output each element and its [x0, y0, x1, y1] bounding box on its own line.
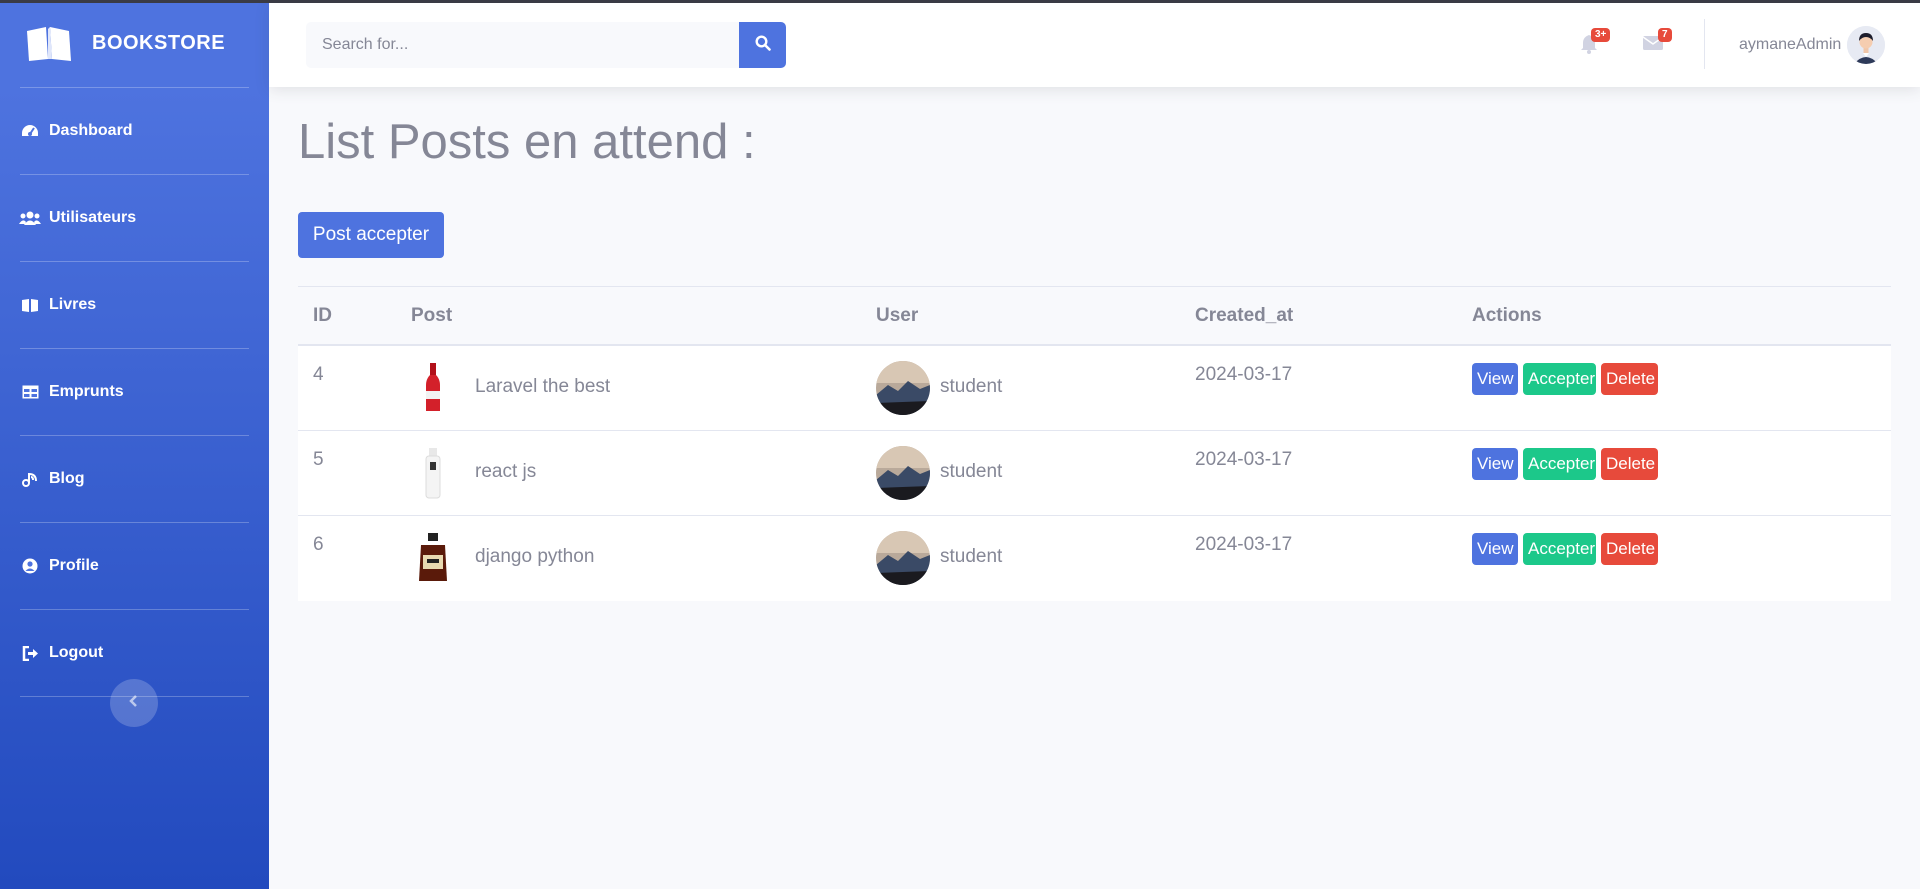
post-thumbnail — [413, 531, 453, 585]
table-row: 4 Laravel the best student 2024-03-17 Vi… — [298, 346, 1891, 431]
search-button[interactable] — [739, 22, 786, 68]
post-title: django python — [475, 546, 595, 567]
delete-button[interactable]: Delete — [1601, 533, 1658, 565]
brand[interactable]: BOOKSTORE — [0, 0, 269, 87]
sidebar-item-label: Blog — [49, 470, 85, 487]
messages-button[interactable]: 7 — [1642, 28, 1672, 58]
sidebar: BOOKSTORE Dashboard Utilisateurs Livres … — [0, 0, 269, 889]
sidebar-item-blog[interactable]: Blog — [0, 436, 269, 522]
chevron-left-icon — [129, 694, 139, 713]
sidebar-item-profile[interactable]: Profile — [0, 523, 269, 609]
page-title: List Posts en attend : — [298, 115, 756, 169]
sidebar-item-label: Profile — [49, 557, 99, 574]
row-actions: View Accepter Delete — [1472, 533, 1658, 565]
book-icon — [19, 296, 41, 314]
sidebar-item-emprunts[interactable]: Emprunts — [0, 349, 269, 435]
sidebar-toggle-button[interactable] — [110, 679, 158, 727]
post-thumbnail — [413, 361, 453, 415]
logout-icon — [19, 644, 41, 662]
cell-id: 4 — [313, 364, 324, 385]
created-at: 2024-03-17 — [1195, 364, 1293, 385]
accept-button[interactable]: Accepter — [1523, 363, 1596, 395]
column-header-actions: Actions — [1472, 304, 1542, 326]
avatar[interactable] — [1847, 26, 1885, 64]
user-name: student — [940, 461, 1003, 482]
alerts-badge: 3+ — [1591, 28, 1611, 42]
user-name: student — [940, 546, 1003, 567]
row-actions: View Accepter Delete — [1472, 363, 1658, 395]
bell-icon — [1580, 35, 1598, 58]
blog-icon — [19, 470, 41, 488]
sidebar-item-livres[interactable]: Livres — [0, 262, 269, 348]
view-button[interactable]: View — [1472, 448, 1518, 480]
cell-id: 5 — [313, 449, 324, 470]
accept-button[interactable]: Accepter — [1523, 448, 1596, 480]
users-icon — [19, 209, 41, 227]
user-avatar — [876, 531, 930, 585]
delete-button[interactable]: Delete — [1601, 448, 1658, 480]
delete-button[interactable]: Delete — [1601, 363, 1658, 395]
accept-button[interactable]: Accepter — [1523, 533, 1596, 565]
window-top-border — [0, 0, 1920, 3]
cell-id: 6 — [313, 534, 324, 555]
table-header: ID Post User Created_at Actions — [298, 287, 1891, 346]
sidebar-item-label: Livres — [49, 296, 97, 313]
search-input[interactable] — [306, 22, 739, 68]
column-header-id: ID — [313, 304, 332, 326]
post-accepter-button[interactable]: Post accepter — [298, 212, 444, 258]
messages-badge: 7 — [1658, 28, 1672, 42]
sidebar-item-dashboard[interactable]: Dashboard — [0, 88, 269, 174]
post-title: react js — [475, 461, 537, 482]
view-button[interactable]: View — [1472, 533, 1518, 565]
open-book-logo-icon — [24, 24, 74, 64]
view-button[interactable]: View — [1472, 363, 1518, 395]
sidebar-item-label: Dashboard — [49, 122, 133, 139]
sidebar-item-label: Emprunts — [49, 383, 124, 400]
user-name[interactable]: aymaneAdmin — [1739, 36, 1841, 54]
column-header-created-at: Created_at — [1195, 304, 1294, 326]
topbar-divider — [1704, 19, 1705, 69]
sidebar-item-utilisateurs[interactable]: Utilisateurs — [0, 175, 269, 261]
created-at: 2024-03-17 — [1195, 449, 1293, 470]
search-icon — [754, 34, 771, 56]
posts-table: ID Post User Created_at Actions 4 Larave… — [298, 286, 1891, 601]
user-avatar — [876, 361, 930, 415]
user-name: student — [940, 376, 1003, 397]
sidebar-item-label: Utilisateurs — [49, 209, 137, 226]
row-actions: View Accepter Delete — [1472, 448, 1658, 480]
column-header-user: User — [876, 304, 919, 326]
table-row: 6 django python student 2024-03-17 View … — [298, 516, 1891, 601]
post-title: Laravel the best — [475, 376, 611, 397]
sidebar-item-label: Logout — [49, 644, 104, 661]
search-form — [306, 22, 786, 68]
user-avatar — [876, 446, 930, 500]
user-circle-icon — [19, 557, 41, 575]
post-thumbnail — [413, 446, 453, 500]
table-row: 5 react js student 2024-03-17 View Accep… — [298, 431, 1891, 516]
alerts-button[interactable]: 3+ — [1580, 28, 1611, 58]
dashboard-icon — [19, 122, 41, 140]
topbar: 3+ 7 aymaneAdmin — [269, 3, 1920, 87]
column-header-post: Post — [411, 304, 453, 326]
brand-name: BOOKSTORE — [92, 32, 226, 54]
table-icon — [19, 383, 41, 401]
created-at: 2024-03-17 — [1195, 534, 1293, 555]
